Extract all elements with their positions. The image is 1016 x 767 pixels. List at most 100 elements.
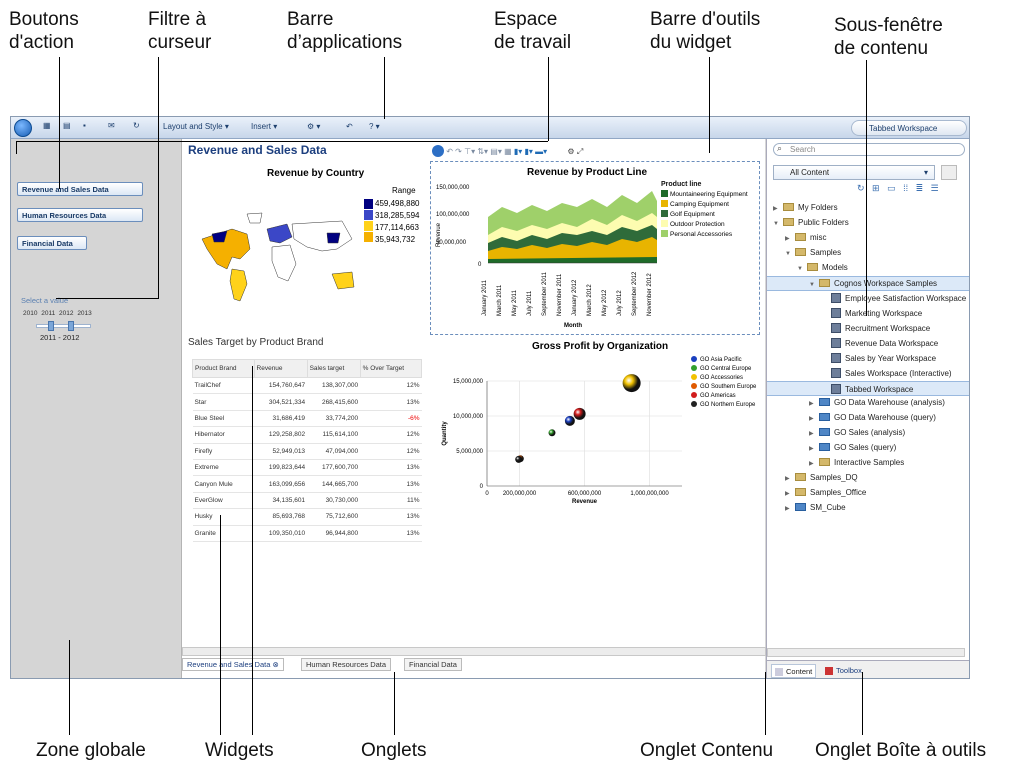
table-row[interactable]: EverGlow 34,135,601 30,730,000 11% [192,492,422,510]
tree-item[interactable]: ▼ Models [767,261,969,276]
table-cell: Canyon Mule [192,475,255,493]
table-row[interactable]: Blue Steel 31,686,419 33,774,200 -6% [192,410,422,428]
expand-icon[interactable]: ▶ [809,460,819,467]
actions-icon[interactable]: ⚙ ▾ [307,122,320,131]
table-cell: -6% [360,410,422,428]
table-row[interactable]: Husky 85,693,768 75,712,600 13% [192,508,422,526]
filter-icon[interactable]: ⊤▾ [464,147,475,156]
layout-menu[interactable]: Layout and Style ▾ [163,122,229,131]
expand-icon[interactable]: ▼ [785,251,795,257]
tree-item[interactable]: ▼ Cognos Workspace Samples [767,276,969,291]
expand-icon[interactable]: ▼ [797,266,807,272]
tree-item[interactable]: ▶ GO Data Warehouse (analysis) [767,396,969,411]
tree-item[interactable]: ▼ Samples [767,246,969,261]
content-options-icon[interactable] [941,165,957,180]
content-hscroll[interactable] [767,648,965,657]
sales-target-table[interactable]: Product Brand Revenue Sales target% Over T… [192,359,423,542]
help-icon[interactable]: ? ▾ [369,122,380,131]
table-row[interactable]: Granite 109,350,010 96,944,800 13% [192,525,422,542]
column-header[interactable]: Revenue [253,359,308,378]
expand-icon[interactable]: ▶ [785,235,795,242]
table-row[interactable]: Extreme 199,823,644 177,600,700 13% [192,459,422,477]
save-icon[interactable]: ▪ [83,121,86,130]
action-button-revenue[interactable]: Revenue and Sales Data [17,182,143,196]
tree-item[interactable]: ▶ My Folders [767,201,969,216]
column-header[interactable]: Sales target [306,359,361,378]
tree-item[interactable]: ▶ Samples_DQ [767,471,969,486]
area-legend-label: Camping Equipment [670,201,729,208]
content-view-icons[interactable]: ↻ ⊞ ▭ ⁞⁞ ≣ ☰ [857,183,939,194]
undo-icon[interactable]: ↶ ↷ [446,147,462,156]
tree-item[interactable]: ▶ GO Sales (analysis) [767,426,969,441]
tree-item[interactable]: ▶ Interactive Samples [767,456,969,471]
expand-icon[interactable]: ▶ [785,505,795,512]
open-icon[interactable]: ▤ [63,121,71,130]
y-tick: 15,000,000 [453,379,484,385]
email-icon[interactable]: ✉ [108,121,115,130]
table-row[interactable]: Firefly 52,949,013 47,094,000 12% [192,443,422,460]
table-row[interactable]: TrailChef 154,760,647 138,307,000 12% [192,377,422,395]
tree-item[interactable]: ▶ Samples_Office [767,486,969,501]
expand-icon[interactable]: ▶ [809,445,819,452]
global-area: Revenue and Sales Data Human Resources D… [11,139,180,678]
tab-financial[interactable]: Financial Data [404,658,462,671]
tree-item[interactable]: ▶ GO Sales (query) [767,441,969,456]
column-header[interactable]: Product Brand [192,359,255,378]
slider-handle-right[interactable] [68,321,74,331]
slider-handle-left[interactable] [48,321,54,331]
table-row[interactable]: Hibernator 129,258,802 115,614,100 12% [192,426,422,444]
settings-icon[interactable]: ⚙ [567,147,574,156]
area-x-tick: July 2011 [527,290,533,316]
expand-icon[interactable]: ▶ [809,430,819,437]
app-menu-icon[interactable] [14,119,32,137]
tree-item[interactable]: ▼ Public Folders [767,216,969,231]
table-row[interactable]: Canyon Mule 163,099,656 144,665,700 13% [192,475,422,493]
expand-icon[interactable]: ▶ [785,475,795,482]
action-button-hr[interactable]: Human Resources Data [17,208,143,222]
scatter-chart[interactable]: 0 5,000,000 10,000,000 15,000,000 0 200,000,0… [432,351,762,531]
tree-item[interactable]: Tabbed Workspace [767,381,969,396]
tree-item[interactable]: ▶ SM_Cube [767,501,969,516]
workspace-hscroll[interactable] [182,647,766,656]
tree-item[interactable]: Sales Workspace (Interactive) [767,366,969,381]
new-icon[interactable]: ▦ [43,121,51,130]
expand-icon[interactable]: ▶ [809,400,819,407]
action-button-financial[interactable]: Financial Data [17,236,87,250]
tree-item[interactable]: Employee Satisfaction Workspace [767,291,969,306]
content-filter-select[interactable]: All Content ▾ [773,165,935,180]
world-map[interactable] [192,209,362,309]
table-icon[interactable]: ▦ [504,147,512,156]
tree-item[interactable]: Marketing Workspace [767,306,969,321]
tree-item[interactable]: Revenue Data Workspace [767,336,969,351]
insert-menu[interactable]: Insert ▾ [251,122,277,131]
tab-content[interactable]: Content [771,664,817,678]
expand-icon[interactable]: ▼ [809,282,819,288]
tree-item[interactable]: ▶ misc [767,231,969,246]
expand-icon[interactable]: ▶ [785,490,795,497]
undo-icon[interactable]: ↶ [346,122,353,131]
refresh-icon[interactable]: ↻ [133,121,140,130]
tab-revenue[interactable]: Revenue and Sales Data ⊗ [182,658,284,671]
tab-toolbox[interactable]: Toolbox [822,664,865,678]
content-tree[interactable]: ▶ My Folders ▼ Public Folders ▶ misc ▼ Samples ▼… [767,201,969,516]
tree-item[interactable]: Sales by Year Workspace [767,351,969,366]
tree-item-label: Interactive Samples [834,458,905,467]
tree-item[interactable]: Recruitment Workspace [767,321,969,336]
tab-hr[interactable]: Human Resources Data [301,658,392,671]
chart-type-icon[interactable]: ▮▾ ▮▾ ▬▾ [514,147,547,156]
tree-item[interactable]: ▶ GO Data Warehouse (query) [767,411,969,426]
maximize-icon[interactable]: ⤢ [577,147,583,156]
search-input[interactable]: Search [773,143,965,156]
slider-track[interactable] [36,324,91,328]
expand-icon[interactable]: ▶ [773,205,783,212]
sort-icon[interactable]: ⇅▾ [477,147,488,156]
area-x-tick: July 2012 [617,290,623,316]
expand-icon[interactable]: ▼ [773,221,783,227]
widget-menu-icon[interactable] [432,145,444,157]
search-icon: ⌕ [777,143,783,153]
column-header[interactable]: % Over Target [359,359,423,378]
summary-icon[interactable]: ▤▾ [490,147,502,156]
table-row[interactable]: Star 304,521,334 268,415,600 13% [192,393,422,411]
tabbed-workspace-button[interactable]: Tabbed Workspace [851,120,967,136]
expand-icon[interactable]: ▶ [809,415,819,422]
